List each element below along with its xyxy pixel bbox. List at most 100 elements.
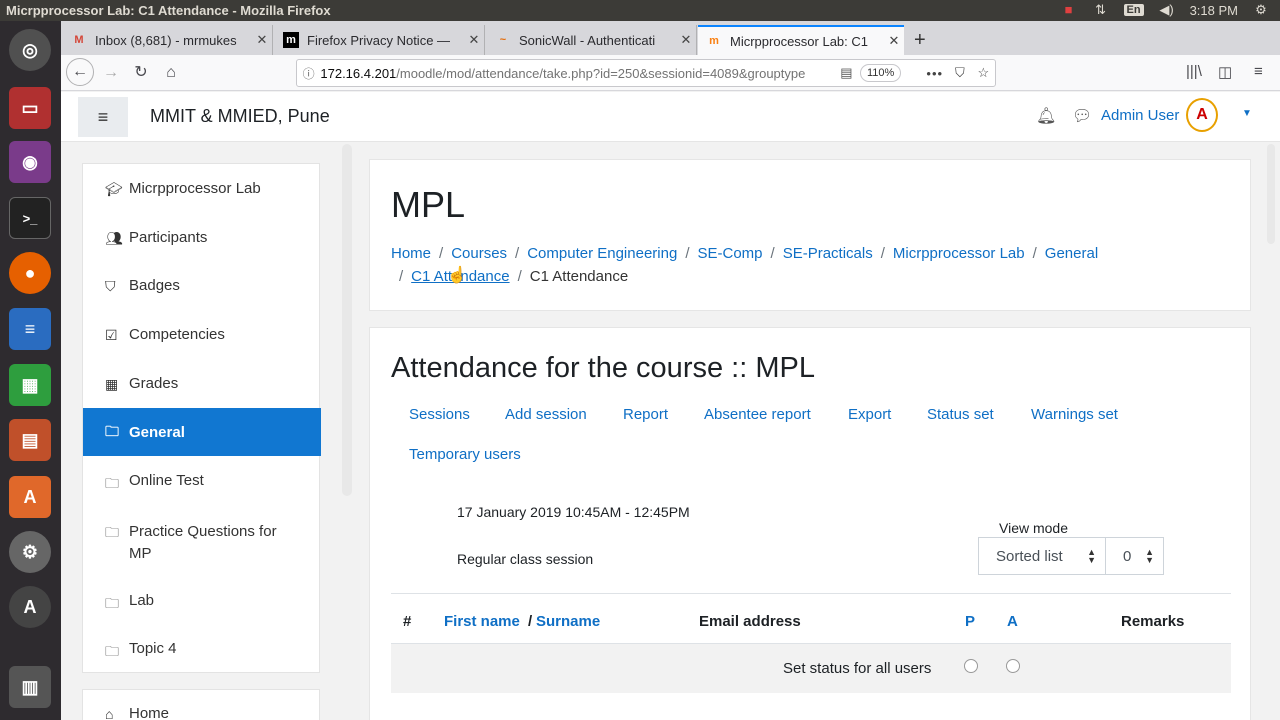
drawer-scrollbar[interactable] — [342, 144, 352, 496]
close-icon[interactable]: ✕ — [464, 32, 484, 48]
browser-tab-active[interactable]: m Micrpprocessor Lab: C1 ✕ — [698, 25, 904, 55]
breadcrumb-courses[interactable]: Courses — [451, 245, 507, 262]
sidebar-icon[interactable]: ◫ — [1218, 63, 1232, 81]
check-square-icon: ☑ — [105, 327, 118, 343]
tab-status-set[interactable]: Status set — [927, 406, 994, 423]
bookmark-star-icon[interactable]: ☆ — [972, 65, 995, 81]
zoom-indicator[interactable]: 110% — [859, 64, 902, 82]
drawer-item-online-test[interactable]: 🗀 Online Test — [83, 472, 321, 497]
tab-temporary-users[interactable]: Temporary users — [409, 446, 521, 463]
network-icon[interactable]: ⇅ — [1092, 2, 1110, 18]
breadcrumb-computer-engineering[interactable]: Computer Engineering — [527, 245, 677, 262]
drawer-item-home[interactable]: ⌂ Home — [83, 705, 321, 720]
breadcrumb-course[interactable]: Micrpprocessor Lab — [893, 245, 1025, 262]
software-center-icon[interactable]: A — [9, 476, 51, 518]
column-separator: / — [528, 613, 533, 630]
mouse-cursor-icon: ☝ — [447, 267, 467, 284]
pocket-icon[interactable]: ⛉ — [948, 65, 971, 81]
web-page: ≡ MMIT & MMIED, Pune 🔔︎ 💬︎ Admin User A … — [61, 92, 1280, 720]
close-icon[interactable]: ✕ — [884, 33, 904, 49]
user-menu-name[interactable]: Admin User — [1101, 107, 1179, 124]
site-name[interactable]: MMIT & MMIED, Pune — [150, 106, 330, 127]
breadcrumb: Home / Courses / Computer Engineering / SE-Com… — [391, 245, 1099, 285]
drawer-item-badges[interactable]: ⛉ Badges — [83, 277, 321, 295]
attendance-heading: Attendance for the course :: MPL — [391, 352, 815, 384]
tab-report[interactable]: Report — [623, 406, 668, 423]
drawer-item-topic-4[interactable]: 🗀 Topic 4 — [83, 640, 321, 665]
files-icon[interactable]: ▭ — [9, 87, 51, 129]
breadcrumb-se-comp[interactable]: SE-Comp — [697, 245, 762, 262]
breadcrumb-general[interactable]: General — [1045, 245, 1098, 262]
firefox-icon[interactable]: ● — [9, 252, 51, 294]
page-select[interactable]: 0 ▲ ▼ — [1105, 537, 1164, 575]
url-text[interactable]: 172.16.4.201/moodle/mod/attendance/take.… — [320, 66, 833, 81]
nav-drawer-secondary: ⌂ Home — [82, 689, 320, 720]
column-present[interactable]: P — [965, 613, 975, 630]
info-icon[interactable]: ⓘ — [297, 65, 320, 82]
tab-absentee-report[interactable]: Absentee report — [704, 406, 811, 423]
volume-icon[interactable]: ◀) — [1158, 2, 1176, 18]
breadcrumb-se-practicals[interactable]: SE-Practicals — [783, 245, 873, 262]
settings-icon[interactable]: ⚙ — [9, 531, 51, 573]
messages-icon[interactable]: 💬︎ — [1072, 106, 1092, 126]
drawer-item-lab[interactable]: 🗀 Lab — [83, 592, 321, 617]
avatar[interactable]: A — [1186, 98, 1218, 132]
webcam-icon[interactable]: ◉ — [9, 141, 51, 183]
tab-warnings-set[interactable]: Warnings set — [1031, 406, 1118, 423]
browser-tab[interactable]: M Inbox (8,681) - mrmukes ✕ — [63, 25, 273, 55]
chevron-down-icon[interactable]: ▼ — [1242, 108, 1252, 119]
browser-tab[interactable]: m Firefox Privacy Notice — ✕ — [275, 25, 485, 55]
tab-export[interactable]: Export — [848, 406, 891, 423]
trash-icon[interactable]: ▥ — [9, 666, 51, 708]
clock[interactable]: 3:18 PM — [1190, 3, 1238, 18]
close-icon[interactable]: ✕ — [252, 32, 272, 48]
terminal-icon[interactable]: >_ — [9, 197, 51, 239]
window-title: Micrpprocessor Lab: C1 Attendance - Mozi… — [6, 3, 331, 18]
breadcrumb-home[interactable]: Home — [391, 245, 431, 262]
close-icon[interactable]: ✕ — [676, 32, 696, 48]
updater-icon[interactable]: A — [9, 586, 51, 628]
folder-icon: 🗀 — [105, 524, 119, 540]
impress-icon[interactable]: ▤ — [9, 419, 51, 461]
os-top-bar: Micrpprocessor Lab: C1 Attendance - Mozi… — [0, 0, 1280, 21]
calc-icon[interactable]: ▦ — [9, 364, 51, 406]
gmail-icon: M — [74, 34, 84, 46]
sort-first-name-link[interactable]: First name — [444, 613, 520, 630]
browser-tab[interactable]: ~ SonicWall - Authenticati ✕ — [487, 25, 697, 55]
notifications-bell-icon[interactable]: 🔔︎ — [1036, 106, 1056, 126]
drawer-item-competencies[interactable]: ☑ Competencies — [83, 326, 321, 344]
library-icon[interactable]: |||\ — [1186, 63, 1202, 80]
sort-surname-link[interactable]: Surname — [536, 613, 600, 630]
page-scrollbar[interactable] — [1267, 144, 1275, 244]
page-actions-icon[interactable]: ••• — [921, 66, 948, 81]
drawer-item-general[interactable]: 🗀 General — [83, 408, 321, 456]
url-bar[interactable]: ⓘ 172.16.4.201/moodle/mod/attendance/tak… — [296, 59, 996, 87]
forward-button[interactable]: → — [99, 61, 123, 85]
camera-icon[interactable]: ■ — [1060, 2, 1078, 18]
set-all-absent-radio[interactable] — [1006, 659, 1020, 673]
folder-icon: 🗀 — [105, 422, 119, 439]
column-absent[interactable]: A — [1007, 613, 1018, 630]
power-icon[interactable]: ⚙ — [1252, 2, 1270, 18]
tab-add-session[interactable]: Add session — [505, 406, 587, 423]
drawer-toggle-button[interactable]: ≡ — [78, 97, 128, 137]
drawer-item-practice-questions[interactable]: 🗀 Practice Questions for MP — [83, 521, 321, 565]
drawer-item-grades[interactable]: ▦ Grades — [83, 375, 321, 393]
table-header: # First name / Surname Email address P A… — [391, 593, 1231, 643]
writer-icon[interactable]: ≡ — [9, 308, 51, 350]
keyboard-language[interactable]: En — [1123, 4, 1144, 16]
set-status-label: Set status for all users — [783, 660, 932, 677]
column-email: Email address — [699, 613, 801, 630]
dash-icon[interactable]: ◎ — [9, 29, 51, 71]
drawer-item-course[interactable]: 🎓︎ Micrpprocessor Lab — [83, 180, 321, 198]
reload-button[interactable]: ↻ — [129, 61, 153, 85]
menu-icon[interactable]: ≡ — [1254, 63, 1263, 80]
back-button[interactable]: ← — [66, 58, 94, 86]
drawer-item-participants[interactable]: 👥︎ Participants — [83, 229, 321, 247]
home-button[interactable]: ⌂ — [159, 61, 183, 85]
set-all-present-radio[interactable] — [964, 659, 978, 673]
reader-view-icon[interactable]: ▤ — [833, 65, 860, 81]
tab-sessions[interactable]: Sessions — [409, 406, 470, 423]
view-mode-select[interactable]: Sorted list ▲ ▼ — [978, 537, 1106, 575]
new-tab-button[interactable]: + — [914, 29, 926, 52]
